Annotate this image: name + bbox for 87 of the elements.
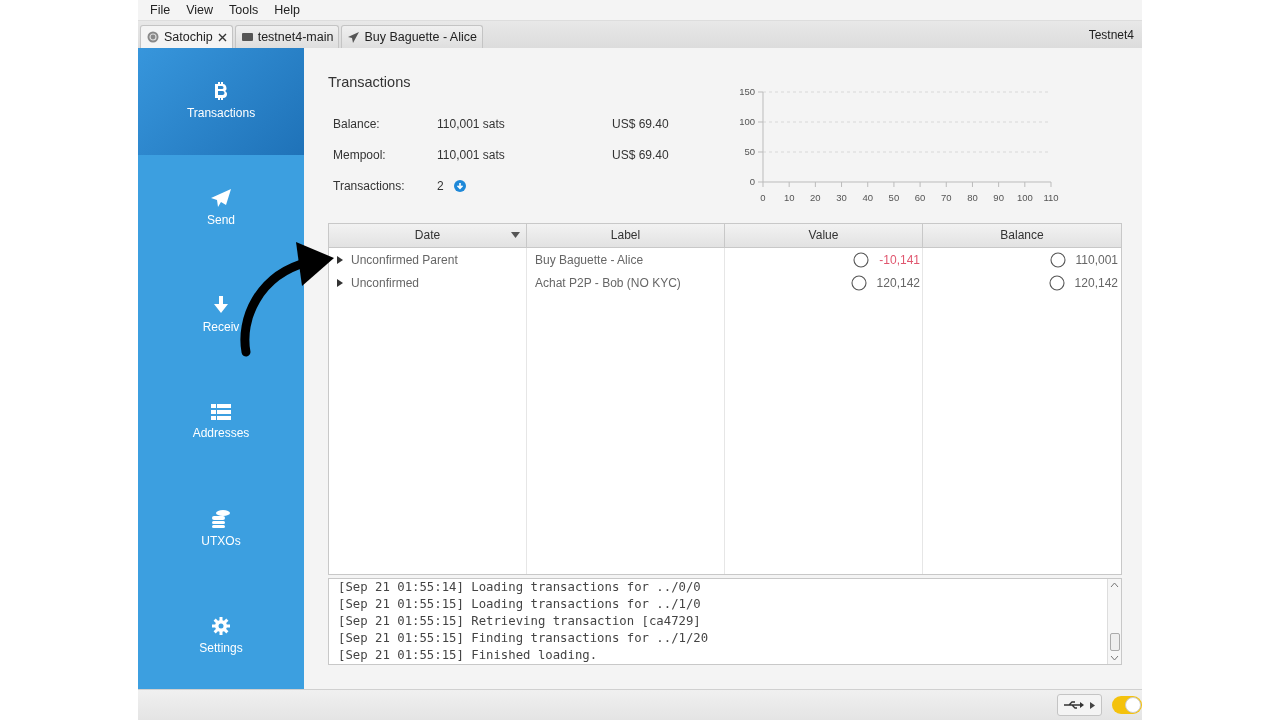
log-line: [Sep 21 01:55:15] Finished loading. (338, 646, 599, 664)
log-line: [Sep 21 01:55:15] Loading transactions for ../1/0 (338, 595, 702, 613)
column-header[interactable]: Label (527, 223, 725, 247)
send-icon (348, 31, 360, 43)
y-tick-label: 0 (749, 176, 755, 187)
scroll-up-icon[interactable] (1110, 581, 1119, 588)
menu-item[interactable]: Tools (221, 3, 267, 17)
x-tick-label: 40 (862, 192, 874, 203)
arrow-down-icon (212, 296, 230, 315)
summary-value: 110,001 sats (437, 147, 505, 162)
y-tick-label: 150 (739, 86, 755, 97)
fiat-value: US$ 69.40 (612, 146, 670, 164)
x-tick-label: 110 (1043, 192, 1059, 203)
tab-label: testnet4-main (257, 30, 334, 44)
expand-icon[interactable] (337, 279, 343, 288)
sidebar-label: Settings (199, 640, 243, 655)
toggle-switch[interactable] (1112, 696, 1142, 714)
scroll-down-icon[interactable] (1110, 655, 1119, 661)
expand-icon[interactable] (337, 256, 343, 265)
pending-icon (850, 275, 867, 292)
fiat-value: US$ 69.40 (612, 115, 670, 133)
x-tick-label: 20 (810, 192, 821, 203)
x-tick-label: 60 (914, 192, 926, 203)
tab-label: Buy Baguette - Alice (364, 30, 477, 44)
x-tick-label: 90 (993, 192, 1004, 203)
y-tick-label: 50 (744, 146, 755, 157)
line-chart: 0 50 100 150 0 10 20 30 40 50 60 70 80 90 100 110 (733, 84, 1063, 209)
table-cell: -10,141 (879, 253, 920, 268)
table-cell: Achat P2P - Bob (NO KYC) (535, 276, 681, 291)
summary-label: Balance: (333, 115, 381, 133)
log-line: [Sep 21 01:55:14] Loading transactions for ../0/0 (338, 578, 702, 596)
close-icon[interactable] (217, 32, 227, 42)
summary-value: 2 (437, 178, 444, 193)
arrow-down-icon[interactable] (453, 179, 466, 192)
pending-icon (1049, 252, 1066, 269)
x-tick-label: 30 (836, 192, 847, 203)
section-title: Transactions (328, 74, 412, 90)
log-line: [Sep 21 01:55:15] Retrieving transaction [ca4729] (338, 612, 702, 630)
x-tick-label: 80 (967, 192, 978, 203)
table-cell: 120,142 (876, 276, 920, 291)
wallet-icon (241, 32, 253, 42)
pending-icon (1048, 275, 1065, 292)
chip-icon (147, 31, 159, 43)
sidebar-label: Send (207, 213, 235, 228)
settings-icon (212, 616, 230, 635)
network-label: Testnet4 (1088, 27, 1135, 42)
pending-icon (853, 252, 870, 269)
table-cell: Buy Baguette - Alice (535, 253, 644, 268)
x-tick-label: 50 (888, 192, 900, 203)
sidebar-label: UTXOs (201, 533, 241, 548)
caret-icon (1090, 701, 1095, 709)
menu-item[interactable]: View (178, 3, 222, 17)
column-header[interactable]: Value (725, 223, 923, 247)
coins-icon (211, 509, 231, 528)
tab[interactable]: Satochip (140, 25, 233, 48)
menu-item[interactable]: Help (266, 3, 308, 17)
sidebar-label: Addresses (192, 425, 250, 440)
usb-button[interactable] (1057, 694, 1102, 716)
column-header[interactable]: Date (329, 223, 527, 247)
tab[interactable]: Buy Baguette - Alice (341, 25, 483, 48)
x-tick-label: 70 (940, 192, 952, 203)
tab-label: Satochip (164, 30, 213, 44)
summary-label: Mempool: (333, 146, 387, 164)
scrollbar[interactable] (1107, 578, 1121, 664)
menu-item[interactable]: File (142, 3, 179, 17)
send-icon (211, 189, 231, 208)
log-line: [Sep 21 01:55:15] Finding transactions for ../1/20 (338, 629, 710, 647)
x-tick-label: 10 (783, 192, 795, 203)
sidebar-label: Receiv (202, 320, 240, 335)
summary-value: 110,001 sats (437, 116, 505, 131)
table-cell: 120,142 (1074, 276, 1118, 291)
y-tick-label: 100 (739, 116, 755, 127)
scroll-thumb[interactable] (1109, 633, 1120, 651)
usb-icon (1064, 700, 1084, 710)
bitcoin-icon (214, 82, 228, 101)
x-tick-label: 0 (760, 192, 766, 203)
table-cell: 110,001 (1075, 253, 1118, 268)
sort-icon (511, 232, 520, 239)
table-cell: Unconfirmed (351, 276, 420, 291)
sidebar-item[interactable]: Transactions (138, 48, 304, 155)
x-tick-label: 100 (1016, 192, 1033, 203)
sidebar-label: Transactions (186, 106, 256, 121)
summary-label: Transactions: (333, 177, 406, 195)
table-cell: Unconfirmed Parent (351, 253, 458, 268)
list-icon (211, 403, 231, 420)
tab[interactable]: testnet4-main (234, 25, 340, 48)
column-header[interactable]: Balance (923, 223, 1121, 247)
